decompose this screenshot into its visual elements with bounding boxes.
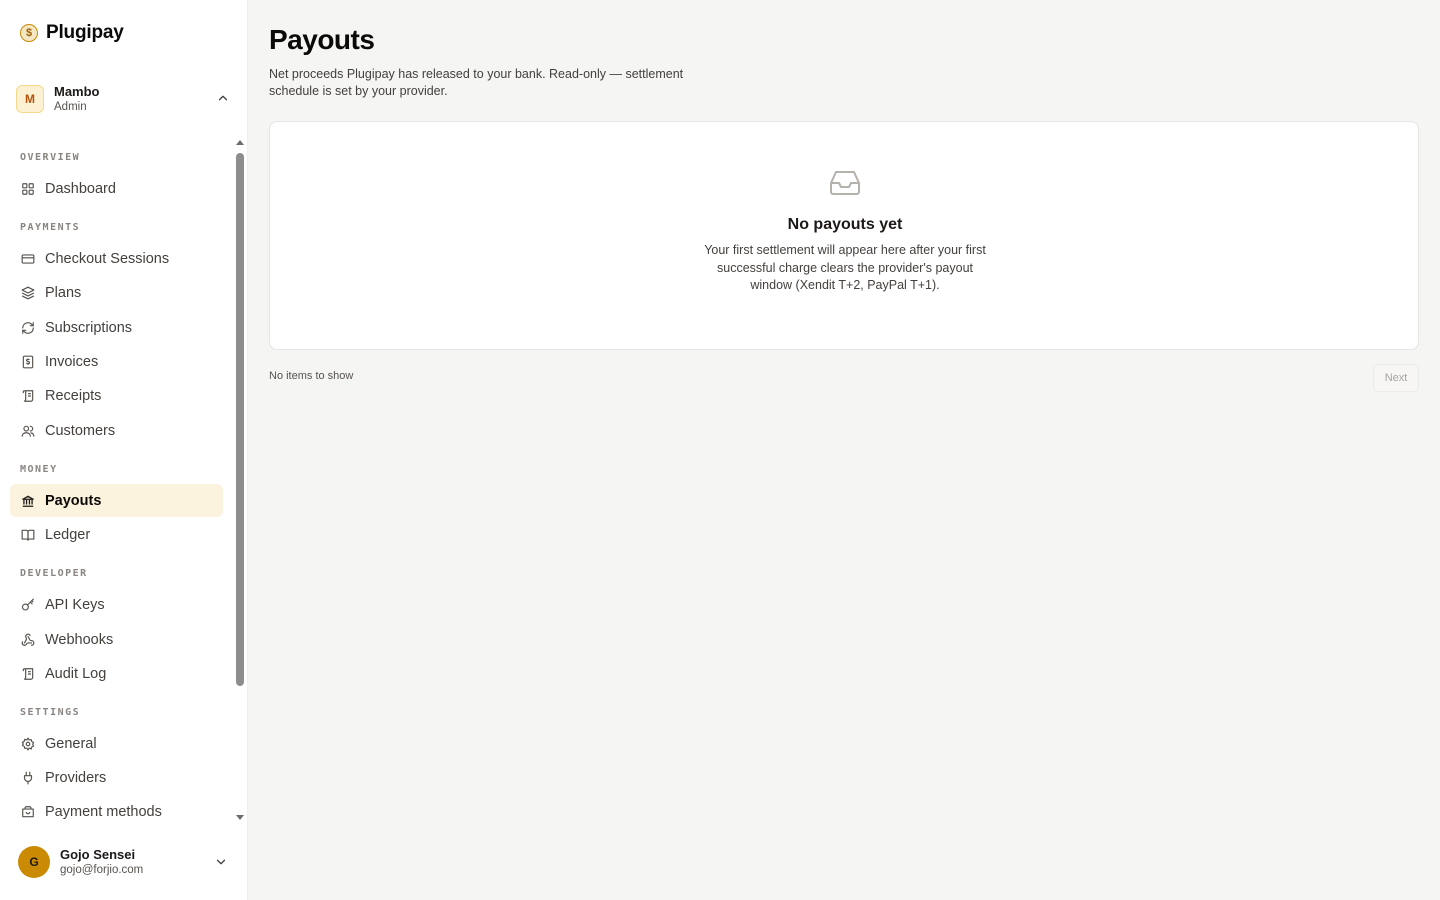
sidebar-item-subscriptions[interactable]: Subscriptions [10,311,223,344]
sidebar-item-label: Dashboard [45,180,116,197]
scrollbar-thumb[interactable] [236,153,244,686]
sidebar-item-label: Subscriptions [45,319,133,336]
layers-icon [20,285,35,300]
sidebar-item-label: Receipts [45,387,102,404]
webhook-icon [20,632,35,647]
refresh-icon [20,320,35,335]
sidebar-item-label: Webhooks [45,631,114,648]
page-title: Payouts [269,24,375,55]
sidebar-item-providers[interactable]: Providers [10,761,223,794]
nav-section-money: MONEY [20,464,58,475]
inbox-icon [830,171,860,195]
sidebar-item-label: Audit Log [45,665,107,682]
sidebar: $ Plugipay M Mambo Admin OVERVIEW Dashbo… [0,0,248,900]
sidebar-item-plans[interactable]: Plans [10,276,223,309]
grid-icon [20,181,35,196]
bank-icon [20,493,35,508]
sidebar-scrollbar[interactable] [234,138,246,822]
book-icon [20,527,35,542]
sidebar-item-label: Customers [45,422,116,439]
sidebar-item-label: Checkout Sessions [45,250,170,267]
sidebar-item-label: Payouts [45,492,102,509]
nav-section-developer: DEVELOPER [20,568,88,579]
scroll-icon [20,666,35,681]
chevron-down-icon [216,859,226,865]
sidebar-item-dashboard[interactable]: Dashboard [10,172,223,205]
scroll-down-arrow-icon[interactable] [236,815,244,820]
sidebar-item-general[interactable]: General [10,727,223,760]
users-icon [20,423,35,438]
pagination-info: No items to show [269,370,354,382]
wallet-icon [20,804,35,819]
main-content: Payouts Net proceeds Plugipay has releas… [269,0,1419,900]
gear-icon [20,736,35,751]
sidebar-item-label: Plans [45,284,82,301]
sidebar-nav: OVERVIEW Dashboard PAYMENTS Checkout Ses… [0,138,234,826]
credit-card-icon [20,251,35,266]
sidebar-item-payouts[interactable]: Payouts [10,484,223,517]
sidebar-item-label: Invoices [45,353,99,370]
sidebar-item-invoices[interactable]: Invoices [10,345,223,378]
org-name: Mambo [54,83,100,99]
user-name: Gojo Sensei [60,847,136,862]
sidebar-item-customers[interactable]: Customers [10,414,223,447]
page-description: Net proceeds Plugipay has released to yo… [269,67,684,98]
plug-icon [20,770,35,785]
sidebar-item-checkout-sessions[interactable]: Checkout Sessions [10,242,223,275]
key-icon [20,597,35,612]
next-page-button[interactable]: Next [1373,364,1419,392]
sidebar-item-audit-log[interactable]: Audit Log [10,657,223,690]
nav-section-payments: PAYMENTS [20,222,81,233]
sidebar-item-label: Ledger [45,526,91,543]
invoice-dollar-icon [20,354,35,369]
brand-name: Plugipay [46,22,124,43]
empty-state-description: Your first settlement will appear here a… [704,243,986,292]
org-avatar: M [16,85,44,113]
payouts-table-card: No payouts yet Your first settlement wil… [269,121,1419,350]
sidebar-item-label: General [45,735,97,752]
nav-section-settings: SETTINGS [20,707,81,718]
sidebar-item-label: Providers [45,769,107,786]
user-email: gojo@forjio.com [60,864,144,876]
dollar-coin-icon: $ [20,24,38,42]
sidebar-item-api-keys[interactable]: API Keys [10,588,223,621]
sidebar-item-label: API Keys [45,596,105,613]
org-role: Admin [54,100,87,113]
org-switcher[interactable]: M Mambo Admin [16,82,238,116]
empty-state-title: No payouts yet [787,216,903,233]
nav-section-overview: OVERVIEW [20,152,81,163]
chevron-up-icon [218,95,228,101]
sidebar-item-payment-methods[interactable]: Payment methods [10,795,223,826]
sidebar-item-receipts[interactable]: Receipts [10,379,223,412]
brand[interactable]: $ Plugipay [20,22,124,44]
receipt-icon [20,388,35,403]
sidebar-item-webhooks[interactable]: Webhooks [10,623,223,656]
scroll-up-arrow-icon[interactable] [236,140,244,145]
sidebar-item-ledger[interactable]: Ledger [10,518,223,551]
sidebar-item-label: Payment methods [45,803,162,820]
avatar: G [18,846,50,878]
user-menu[interactable]: G Gojo Sensei gojo@forjio.com [18,844,232,880]
